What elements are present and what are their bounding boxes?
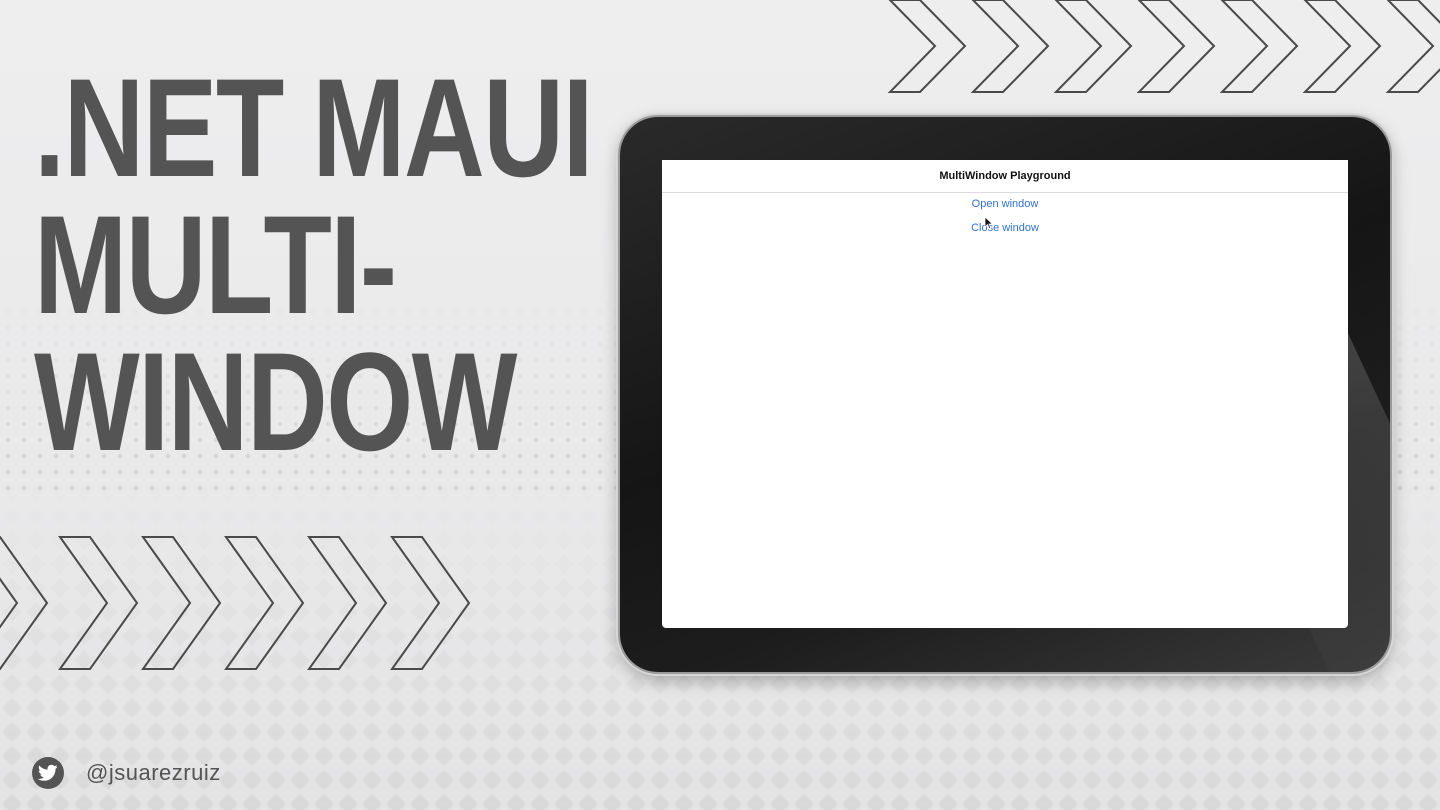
hero-title-line-1: .NET MAUI bbox=[34, 49, 594, 206]
tablet-device: MultiWindow Playground Open window Close… bbox=[620, 117, 1390, 672]
chevron-decoration-left bbox=[0, 536, 471, 670]
app-window: MultiWindow Playground Open window Close… bbox=[662, 160, 1348, 628]
mouse-cursor-icon bbox=[984, 216, 994, 230]
close-window-button[interactable]: Close window bbox=[662, 222, 1348, 234]
twitter-icon[interactable] bbox=[32, 757, 64, 789]
chevron-decoration-top bbox=[887, 0, 1440, 93]
open-window-button[interactable]: Open window bbox=[662, 198, 1348, 210]
hero-title: .NET MAUI MULTI- WINDOW bbox=[34, 49, 594, 480]
hero-title-line-3: WINDOW bbox=[34, 323, 517, 480]
hero-title-line-2: MULTI- bbox=[34, 186, 397, 343]
window-title: MultiWindow Playground bbox=[939, 170, 1071, 182]
social-handle[interactable]: @jsuarezruiz bbox=[86, 760, 221, 786]
navigation-bar: MultiWindow Playground bbox=[662, 160, 1348, 193]
